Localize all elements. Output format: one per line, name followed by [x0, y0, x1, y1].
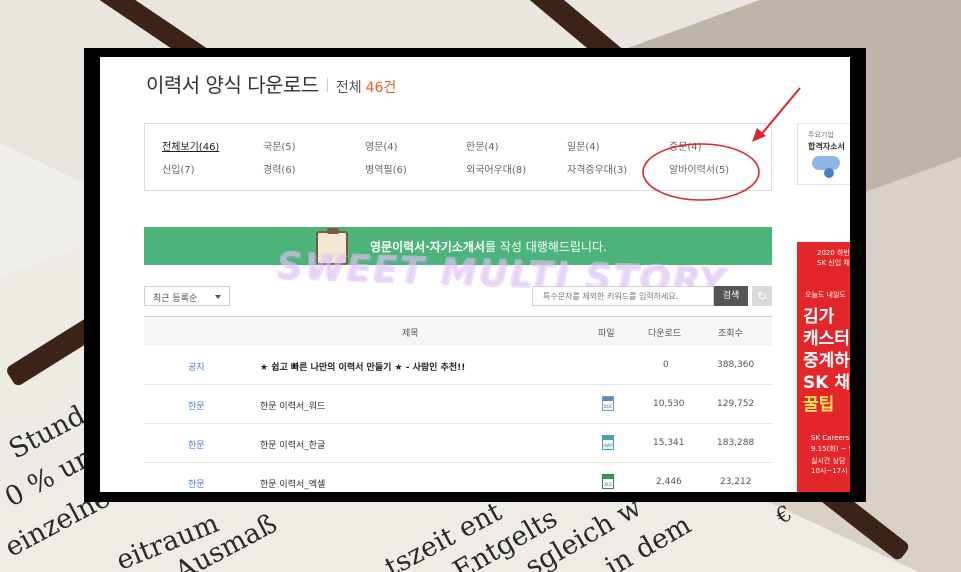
- header-views: 조회수: [718, 329, 743, 339]
- ad-line: SK Careers: [811, 434, 850, 442]
- side-ad-line1: 주요기업: [808, 131, 834, 139]
- filter-certificate-preferred[interactable]: 자격증우대(3): [567, 161, 627, 176]
- ad-line: 오늘도 내일도: [805, 291, 846, 299]
- header-subject: 제목: [402, 329, 419, 339]
- filter-chinese[interactable]: 중문(4): [669, 138, 702, 153]
- search-button[interactable]: 검색: [714, 286, 748, 306]
- filter-parttime-resume[interactable]: 알바이력서(5): [669, 161, 729, 176]
- ad-line: 실시간 상담: [811, 457, 846, 465]
- row-views: 23,212: [720, 477, 752, 487]
- filter-military-done[interactable]: 병역필(6): [365, 161, 407, 176]
- filter-new-grad[interactable]: 신입(7): [162, 161, 195, 176]
- table-row[interactable]: 한문 한문 이력서_한글 HWP 15,341 183,288: [144, 424, 772, 463]
- filter-chinese-character[interactable]: 한문(4): [466, 138, 499, 153]
- filter-japanese[interactable]: 일문(4): [567, 138, 600, 153]
- row-category[interactable]: 한문: [188, 399, 205, 412]
- ad-line: 9.15(화) ~ 9.1: [811, 445, 850, 453]
- sort-value: 최근 등록순: [153, 294, 198, 304]
- category-filter: 전체보기(46) 국문(5) 영문(4) 한문(4) 일문(4) 중문(4) 신…: [144, 123, 772, 191]
- row-downloads: 15,341: [653, 438, 685, 448]
- hwp-file-icon[interactable]: HWP: [602, 435, 614, 450]
- ad-line: 2020 하반: [817, 249, 850, 257]
- chat-dot-icon: [824, 168, 834, 178]
- resume-download-page: 이력서 양식 다운로드 전체 46건 전체보기(46) 국문(5) 영문(4) …: [100, 57, 850, 492]
- filter-korean[interactable]: 국문(5): [263, 138, 296, 153]
- filter-english[interactable]: 영문(4): [365, 138, 398, 153]
- row-downloads: 10,530: [653, 399, 685, 409]
- side-ad-cover-letters[interactable]: 주요기업 합격자소서: [797, 123, 850, 185]
- table-row[interactable]: 한문 한문 이력서_엑셀 XLS 2,446 23,212: [144, 463, 772, 492]
- chevron-down-icon: [215, 295, 221, 299]
- xls-file-icon[interactable]: XLS: [602, 474, 614, 489]
- row-downloads: 0: [663, 360, 669, 370]
- filter-language-preferred[interactable]: 외국어우대(8): [466, 161, 526, 176]
- filter-experienced[interactable]: 경력(6): [263, 161, 296, 176]
- row-subject[interactable]: 한문 이력서_엑셀: [260, 477, 325, 490]
- resume-table: 제목 파일 다운로드 조회수 공지 ★ 쉽고 빠른 나만의 이력서 만들기 ★ …: [144, 316, 772, 492]
- page-title: 이력서 양식 다운로드: [146, 73, 319, 97]
- background-text: €: [772, 501, 797, 530]
- row-subject[interactable]: 한문 이력서_한글: [260, 438, 325, 451]
- total-count: 46건: [365, 80, 397, 96]
- banner-rest: 를 작성 대행해드립니다.: [484, 240, 607, 254]
- side-ad-line2: 합격자소서: [808, 142, 845, 151]
- title-divider: [326, 78, 328, 92]
- ad-headline: 꿀팁: [803, 395, 835, 415]
- search-input[interactable]: [532, 286, 714, 306]
- filter-all[interactable]: 전체보기(46): [162, 138, 219, 153]
- row-views: 129,752: [717, 399, 755, 409]
- doc-file-icon[interactable]: DOC: [602, 396, 614, 411]
- row-downloads: 2,446: [656, 477, 682, 487]
- row-subject[interactable]: ★ 쉽고 빠른 나만의 이력서 만들기 ★ - 사람인 추천!!: [260, 360, 465, 373]
- table-row[interactable]: 한문 한문 이력서_워드 DOC 10,530 129,752: [144, 385, 772, 424]
- row-category[interactable]: 한문: [188, 438, 205, 451]
- row-subject[interactable]: 한문 이력서_워드: [260, 399, 325, 412]
- sk-recruit-ad[interactable]: 2020 하반 SK 신입 채 오늘도 내일도 김가 캐스터 중계하 SK 채 …: [797, 242, 850, 492]
- table-row[interactable]: 공지 ★ 쉽고 빠른 나만의 이력서 만들기 ★ - 사람인 추천!! 0 38…: [144, 346, 772, 385]
- table-header: 제목 파일 다운로드 조회수: [144, 316, 772, 346]
- row-category[interactable]: 한문: [188, 477, 205, 490]
- ad-line: SK 신입 채: [817, 259, 850, 267]
- refresh-icon[interactable]: ↻: [752, 286, 772, 306]
- page-header: 이력서 양식 다운로드 전체 46건: [146, 69, 396, 98]
- total-label: 전체: [335, 80, 362, 96]
- sort-select[interactable]: 최근 등록순: [144, 286, 230, 306]
- ad-line: 10시~17시: [811, 467, 848, 475]
- row-views: 183,288: [717, 438, 755, 448]
- row-category[interactable]: 공지: [188, 360, 205, 373]
- header-file: 파일: [598, 329, 615, 339]
- header-downloads: 다운로드: [648, 329, 682, 339]
- row-views: 388,360: [717, 360, 755, 370]
